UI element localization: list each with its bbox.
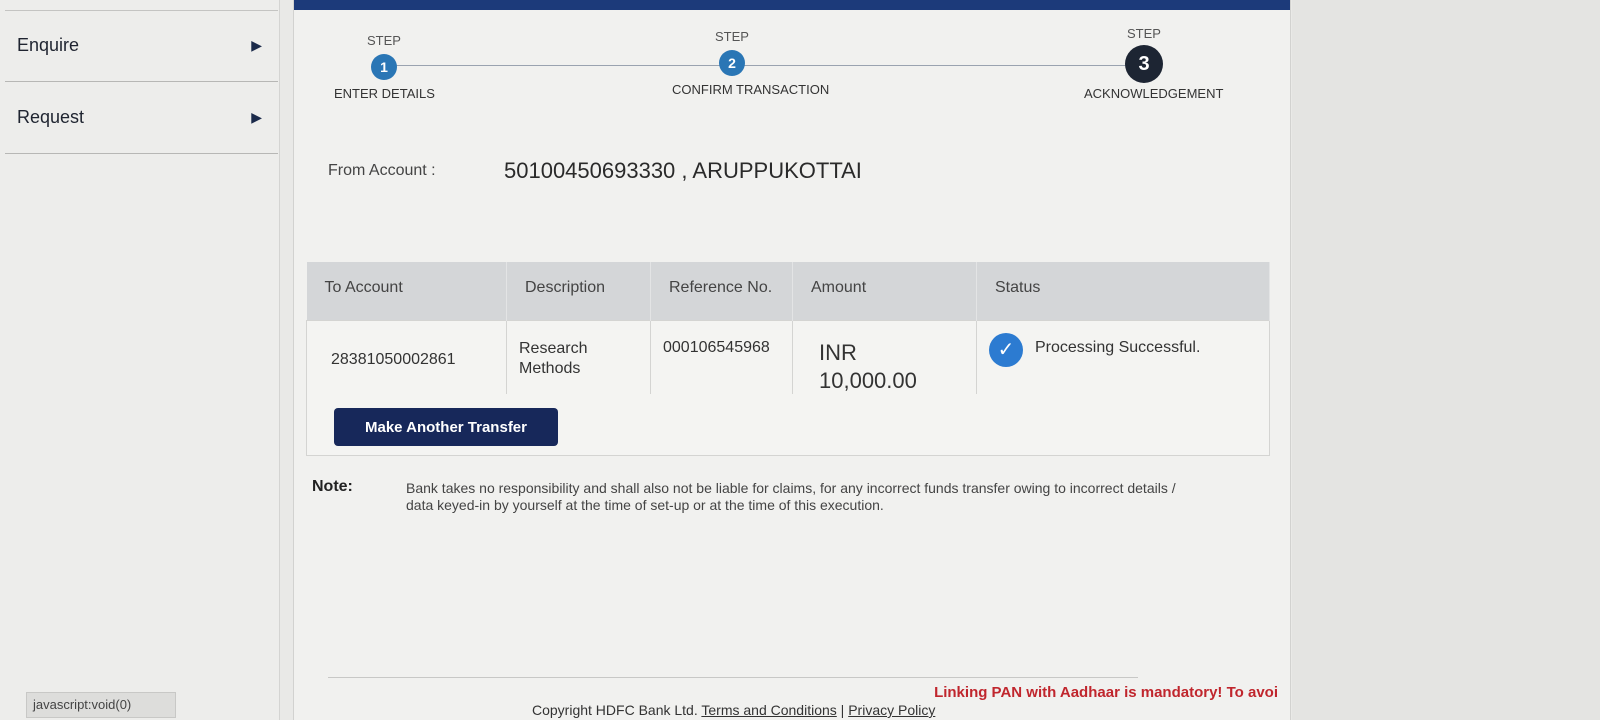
amount-cell: INR 10,000.00 (792, 319, 977, 404)
note-label: Note: (312, 478, 353, 495)
action-area: Make Another Transfer (306, 394, 1270, 456)
transaction-table: To Account Description Reference No. Amo… (306, 262, 1270, 404)
sidebar-item-request[interactable]: Request ▶ (5, 82, 278, 154)
footer-separator: | (840, 702, 845, 718)
footer-divider (328, 677, 1138, 678)
column-header: Amount (792, 262, 977, 320)
step-number: 2 (719, 50, 745, 76)
sidebar: Enquire ▶ Request ▶ javascript:void(0) (0, 0, 280, 720)
main-panel: STEP 1 ENTER DETAILS STEP 2 CONFIRM TRAN… (293, 0, 1291, 720)
terms-link[interactable]: Terms and Conditions (701, 702, 836, 718)
privacy-policy-link[interactable]: Privacy Policy (848, 702, 935, 718)
announcement-ticker[interactable]: Linking PAN with Aadhaar is mandatory! T… (934, 684, 1278, 701)
table-header-row: To Account Description Reference No. Amo… (306, 262, 1270, 320)
triangle-right-icon: ▶ (251, 37, 262, 53)
make-another-transfer-button[interactable]: Make Another Transfer (334, 408, 558, 446)
column-header: To Account (306, 262, 507, 320)
sidebar-item-label: Request (17, 107, 85, 127)
step-label: STEP (1127, 26, 1161, 41)
step-number: 1 (371, 54, 397, 80)
sidebar-item-enquire[interactable]: Enquire ▶ (5, 10, 278, 82)
sidebar-item-label: Enquire (17, 35, 80, 55)
from-account-value: 50100450693330 , ARUPPUKOTTAI (504, 158, 862, 183)
status-bar-url: javascript:void(0) (26, 692, 176, 718)
reference-cell: 000106545968 (650, 319, 793, 404)
column-header: Reference No. (650, 262, 793, 320)
status-text: Processing Successful. (1035, 338, 1201, 356)
footer: Copyright HDFC Bank Ltd. Terms and Condi… (532, 702, 935, 718)
amount-currency: INR (819, 339, 857, 365)
step-name: ACKNOWLEDGEMENT (1084, 86, 1224, 101)
note-text: Bank takes no responsibility and shall a… (406, 480, 1176, 513)
table-row: 28381050002861 Research Methods 00010654… (306, 319, 1270, 404)
step-confirm-transaction: STEP 2 CONFIRM TRANSACTION (672, 29, 830, 97)
checkmark-icon: ✓ (989, 332, 1023, 367)
step-acknowledgement: STEP 3 ACKNOWLEDGEMENT (1084, 26, 1224, 101)
to-account-cell: 28381050002861 (306, 319, 507, 404)
step-label: STEP (367, 33, 401, 48)
status-cell: ✓ Processing Successful. (976, 319, 1270, 404)
from-account-label: From Account : (328, 162, 436, 179)
step-number-active: 3 (1125, 45, 1163, 83)
column-header: Status (976, 262, 1270, 320)
copyright-text: Copyright HDFC Bank Ltd. (532, 702, 698, 718)
step-enter-details: STEP 1 ENTER DETAILS (334, 33, 435, 101)
header-bar (294, 0, 1290, 10)
column-header: Description (506, 262, 651, 320)
description-cell: Research Methods (506, 319, 651, 404)
amount-value: 10,000.00 (819, 367, 917, 393)
page-background (1292, 0, 1600, 720)
step-label: STEP (715, 29, 749, 44)
step-name: ENTER DETAILS (334, 86, 435, 101)
step-name: CONFIRM TRANSACTION (672, 82, 830, 97)
triangle-right-icon: ▶ (251, 109, 262, 125)
